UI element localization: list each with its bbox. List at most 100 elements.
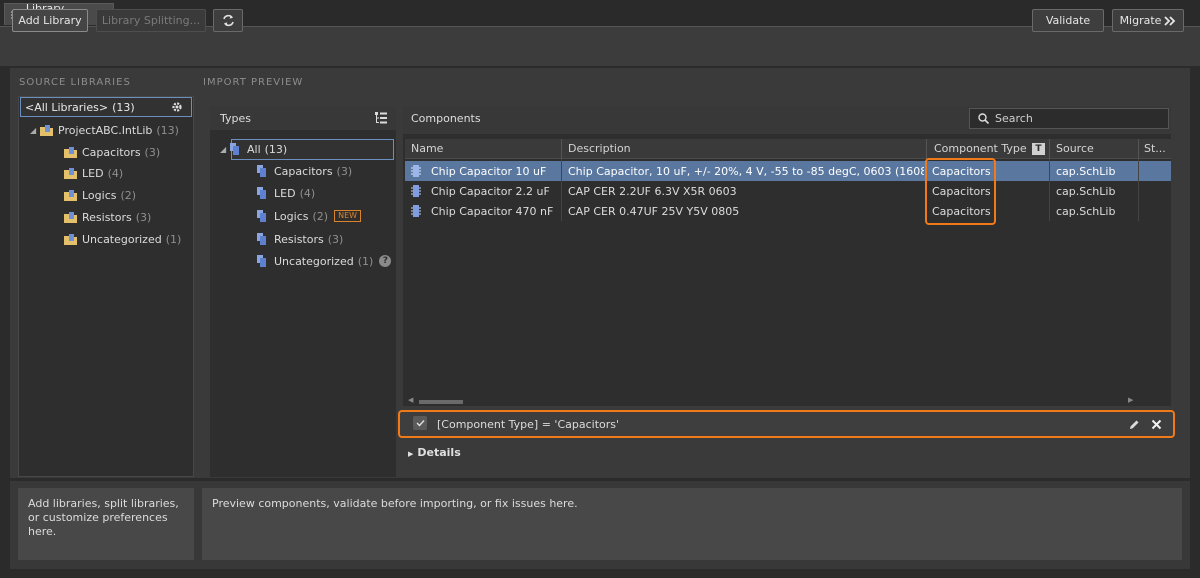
component-stack-icon — [257, 254, 266, 267]
filter-enabled-checkbox[interactable] — [413, 416, 427, 430]
column-header-description[interactable]: Description — [568, 142, 631, 155]
search-placeholder: Search — [995, 112, 1033, 125]
project-library-item[interactable]: ◢ ProjectABC.IntLib (13) — [30, 121, 179, 139]
collapse-caret-icon[interactable]: ◢ — [220, 145, 230, 154]
type-item-led[interactable]: LED (4) — [257, 184, 315, 202]
cell-name: Chip Capacitor 2.2 uF — [431, 185, 550, 198]
preview-hint-text: Preview components, validate before impo… — [202, 488, 1182, 560]
column-header-name[interactable]: Name — [411, 142, 443, 155]
new-badge: NEW — [334, 210, 362, 222]
source-item-label: Uncategorized — [82, 232, 162, 246]
gear-icon[interactable] — [171, 101, 183, 113]
cell-name: Chip Capacitor 10 uF — [431, 165, 547, 178]
column-grid-line — [1049, 159, 1050, 221]
details-bar[interactable] — [403, 443, 1171, 463]
table-row[interactable]: Chip Capacitor 2.2 uF CAP CER 2.2UF 6.3V… — [405, 181, 1171, 201]
column-grid-line — [1138, 159, 1139, 221]
search-icon — [978, 113, 989, 124]
type-item-label: Uncategorized — [274, 254, 354, 268]
type-item-label: LED — [274, 186, 296, 200]
source-item-count: (3) — [135, 210, 152, 224]
component-type-highlight — [925, 158, 996, 225]
close-icon[interactable] — [1151, 419, 1162, 430]
cell-name: Chip Capacitor 470 nF — [431, 205, 554, 218]
component-stack-icon — [257, 209, 266, 222]
type-item-count: (2) — [312, 209, 329, 223]
all-libraries-item[interactable]: <All Libraries> (13) — [20, 97, 192, 117]
source-item-label: LED — [82, 166, 104, 180]
component-stack-icon — [230, 142, 239, 155]
components-title: Components — [411, 112, 481, 125]
source-item-count: (1) — [165, 232, 182, 246]
library-splitting-button[interactable]: Library Splitting... — [96, 9, 206, 32]
component-stack-icon — [257, 164, 266, 177]
type-item-count: (3) — [327, 232, 344, 246]
edit-pencil-icon[interactable] — [1129, 419, 1140, 430]
source-item-logics[interactable]: Logics (2) — [64, 186, 136, 204]
cell-description: CAP CER 0.47UF 25V Y5V 0805 — [568, 205, 740, 218]
source-item-led[interactable]: LED (4) — [64, 164, 123, 182]
type-item-resistors[interactable]: Resistors (3) — [257, 230, 343, 248]
filter-expression: [Component Type] = 'Capacitors' — [437, 418, 620, 431]
component-stack-icon — [257, 232, 266, 245]
component-stack-icon — [257, 186, 266, 199]
search-input[interactable]: Search — [969, 108, 1169, 129]
source-item-count: (3) — [144, 145, 161, 159]
expand-caret-icon: ▶ — [408, 450, 414, 458]
column-filter-icon[interactable]: T — [1032, 143, 1045, 155]
help-icon[interactable]: ? — [379, 255, 392, 267]
cell-description: Chip Capacitor, 10 uF, +/- 20%, 4 V, -55… — [568, 165, 924, 178]
type-item-logics[interactable]: Logics (2) NEW — [257, 207, 362, 225]
column-header-component-type[interactable]: Component Type — [934, 142, 1027, 155]
refresh-button[interactable] — [213, 9, 243, 32]
type-item-uncategorized[interactable]: Uncategorized (1) ? — [257, 252, 392, 270]
component-icon — [411, 165, 421, 177]
table-row[interactable]: Chip Capacitor 470 nF CAP CER 0.47UF 25V… — [405, 201, 1171, 221]
all-libraries-count: (13) — [112, 100, 135, 114]
type-item-capacitors[interactable]: Capacitors (3) — [257, 162, 352, 180]
types-header: Types — [210, 106, 396, 130]
column-grid-line — [561, 159, 562, 221]
type-item-label: Resistors — [274, 232, 324, 246]
column-header-status[interactable]: St... — [1144, 142, 1166, 155]
column-header-source[interactable]: Source — [1056, 142, 1094, 155]
collapse-caret-icon[interactable]: ◢ — [30, 126, 40, 135]
library-folder-icon — [64, 167, 77, 179]
cell-source: cap.SchLib — [1056, 205, 1116, 218]
source-item-capacitors[interactable]: Capacitors (3) — [64, 143, 160, 161]
table-row[interactable]: Chip Capacitor 10 uF Chip Capacitor, 10 … — [405, 161, 1171, 181]
horizontal-scrollbar[interactable]: ◀ ▶ — [405, 396, 1171, 406]
source-item-uncategorized[interactable]: Uncategorized (1) — [64, 230, 181, 248]
all-libraries-label: <All Libraries> — [25, 100, 109, 114]
all-types-label: All — [247, 142, 261, 156]
double-chevron-right-icon — [1164, 15, 1176, 26]
tree-view-icon[interactable] — [375, 112, 387, 124]
column-separator[interactable] — [1049, 139, 1050, 159]
library-folder-icon — [64, 189, 77, 201]
column-separator[interactable] — [561, 139, 562, 159]
scrollbar-thumb[interactable] — [419, 400, 463, 404]
migrate-label: Migrate — [1119, 14, 1162, 27]
library-folder-icon — [40, 124, 53, 136]
column-separator[interactable] — [926, 139, 927, 159]
column-separator[interactable] — [1138, 139, 1139, 159]
type-item-count: (1) — [357, 254, 374, 268]
component-icon — [411, 185, 421, 197]
details-toggle[interactable]: ▶ Details — [408, 446, 461, 459]
details-label: Details — [417, 446, 461, 459]
project-label: ProjectABC.IntLib — [58, 123, 153, 137]
migrate-button[interactable]: Migrate — [1112, 9, 1184, 32]
add-library-button[interactable]: Add Library — [12, 9, 88, 32]
validate-button[interactable]: Validate — [1032, 9, 1104, 32]
cell-source: cap.SchLib — [1056, 185, 1116, 198]
source-item-resistors[interactable]: Resistors (3) — [64, 208, 151, 226]
scroll-right-icon[interactable]: ▶ — [1128, 396, 1133, 404]
all-types-item[interactable]: ◢ All (13) — [220, 140, 287, 158]
project-count: (13) — [156, 123, 179, 137]
library-folder-icon — [64, 146, 77, 158]
type-item-label: Logics — [274, 209, 309, 223]
all-types-count: (13) — [264, 142, 288, 156]
toolbar — [0, 26, 1200, 66]
scroll-left-icon[interactable]: ◀ — [408, 396, 413, 404]
source-item-label: Resistors — [82, 210, 132, 224]
